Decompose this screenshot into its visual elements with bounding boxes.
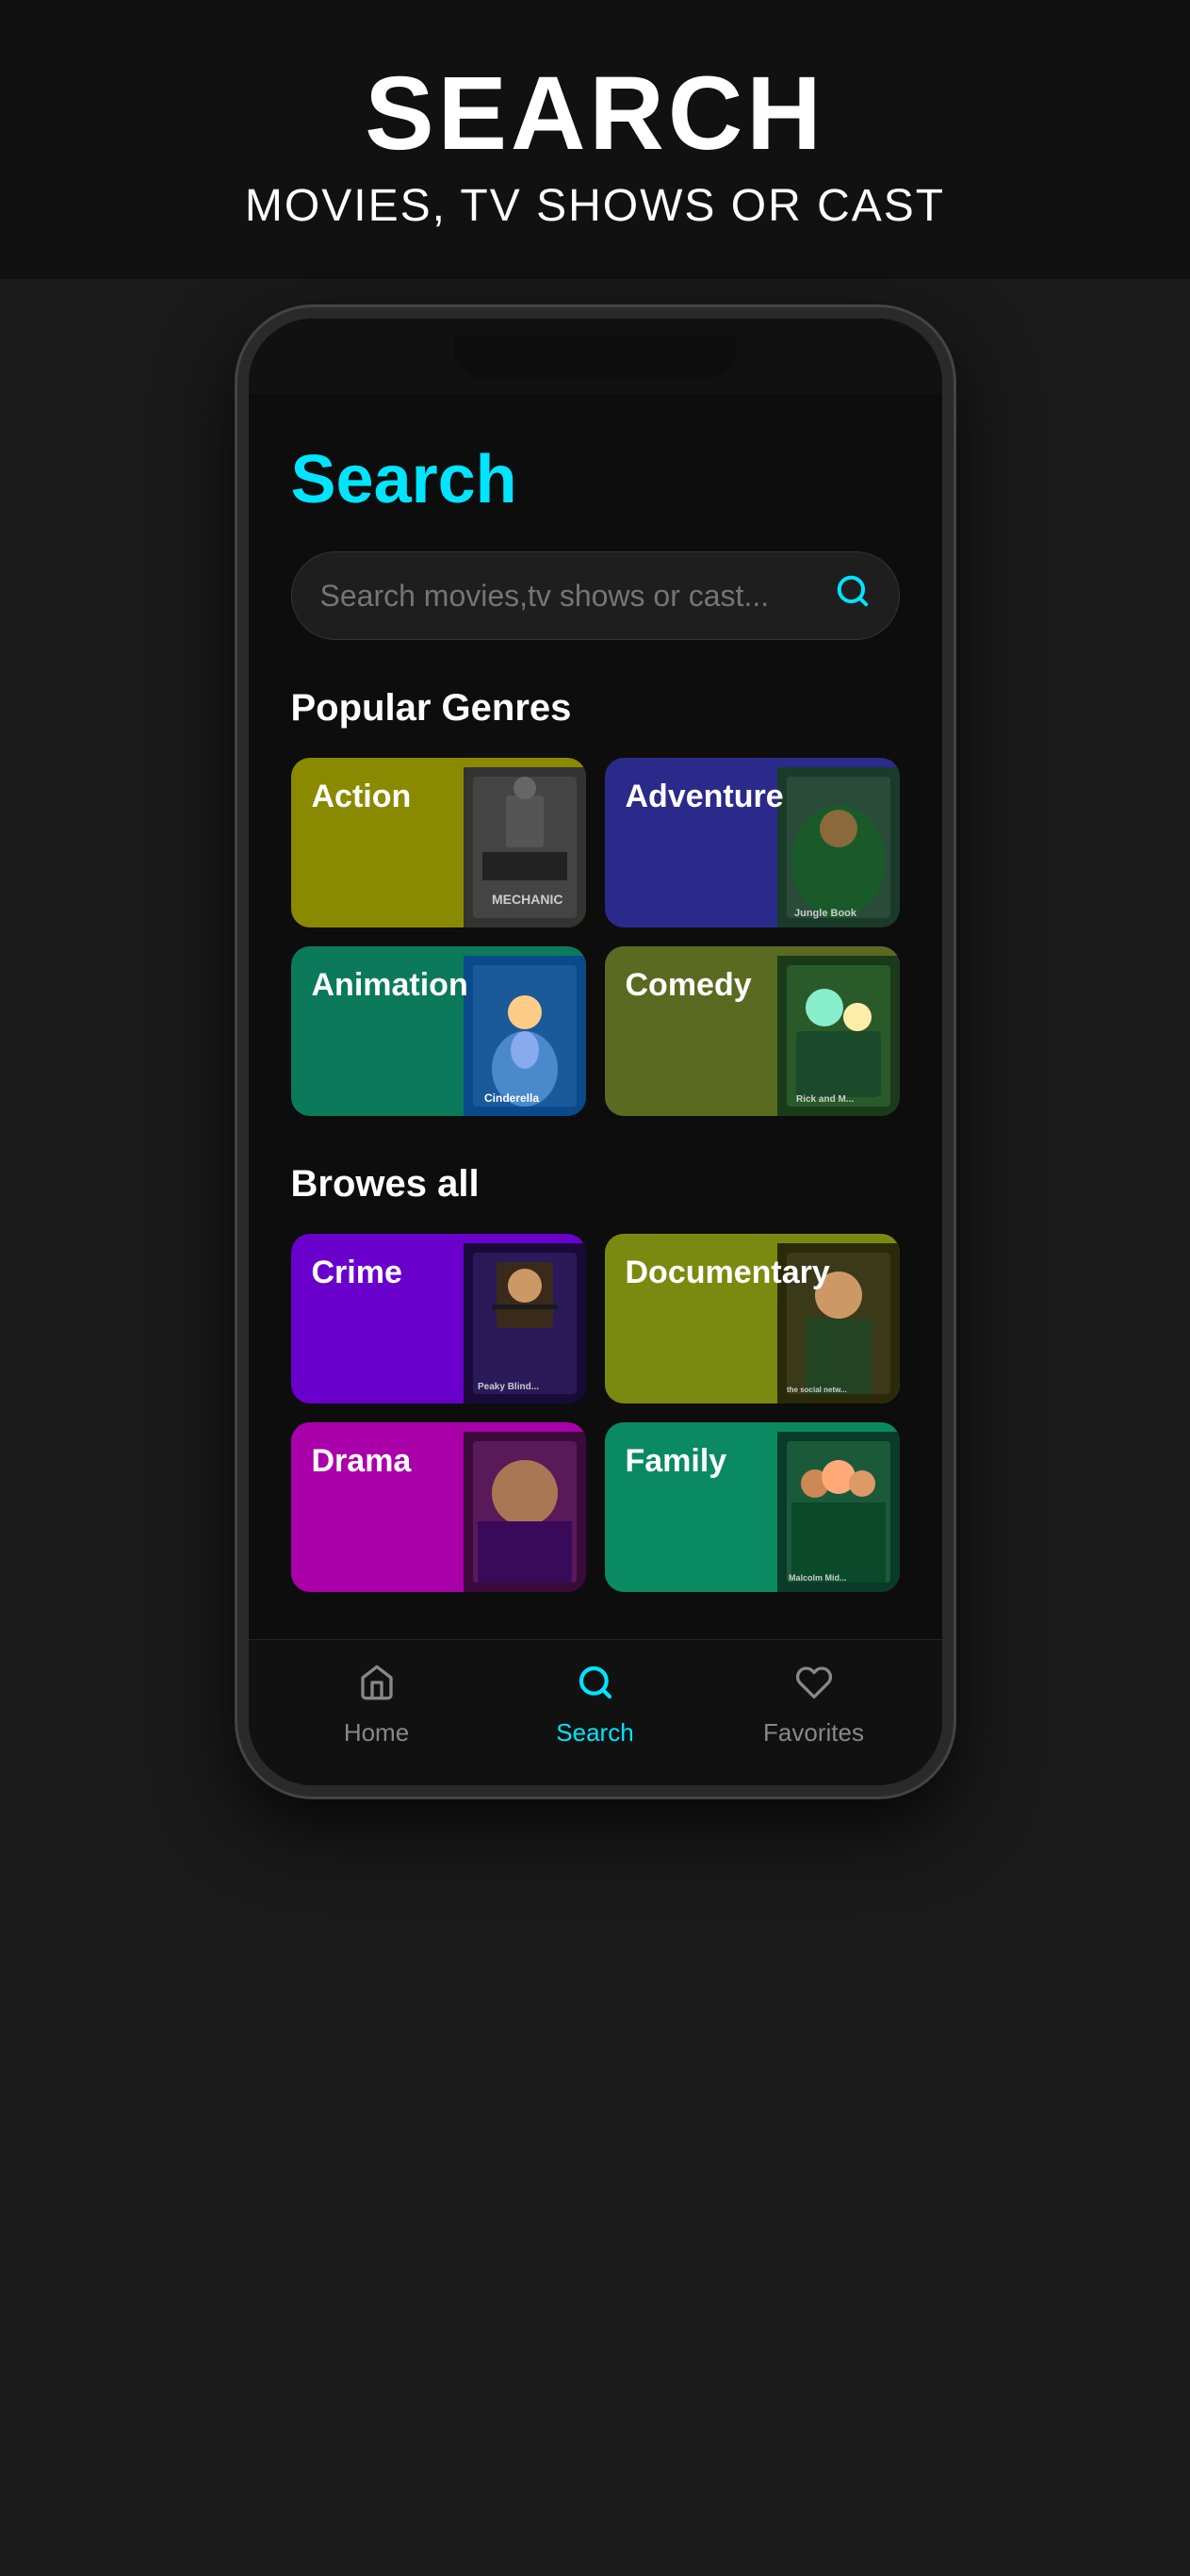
genre-label-animation: Animation <box>312 967 468 1004</box>
svg-text:Rick and M...: Rick and M... <box>796 1094 854 1105</box>
svg-text:Cinderella: Cinderella <box>484 1091 539 1105</box>
popular-genres-title: Popular Genres <box>291 687 900 730</box>
genre-card-comedy[interactable]: Comedy Rick and M... <box>605 946 900 1116</box>
search-bar[interactable] <box>291 551 900 640</box>
nav-label-search: Search <box>556 1718 633 1747</box>
genre-label-documentary: Documentary <box>626 1255 830 1291</box>
bottom-nav: Home Search Favorites <box>249 1639 942 1785</box>
phone-frame: Search Popular Genres Action <box>237 307 954 1797</box>
genre-card-family[interactable]: Family Malcolm Mid... <box>605 1422 900 1592</box>
genre-card-animation[interactable]: Animation Cinderella <box>291 946 586 1116</box>
banner-subtitle: MOVIES, TV SHOWS OR CAST <box>245 180 945 232</box>
genre-card-drama[interactable]: Drama <box>291 1422 586 1592</box>
phone-screen: Search Popular Genres Action <box>249 394 942 1785</box>
vol-down-button <box>237 677 240 771</box>
svg-text:Peaky Blind...: Peaky Blind... <box>478 1382 539 1392</box>
svg-text:Jungle Book: Jungle Book <box>794 908 857 919</box>
nav-item-search[interactable]: Search <box>530 1664 661 1747</box>
genre-card-adventure[interactable]: Adventure Jungle Book <box>605 758 900 927</box>
nav-label-favorites: Favorites <box>763 1718 864 1747</box>
svg-text:Malcolm Mid...: Malcolm Mid... <box>789 1573 847 1583</box>
notch <box>454 336 737 378</box>
genre-label-family: Family <box>626 1443 727 1480</box>
nav-item-home[interactable]: Home <box>311 1664 443 1747</box>
browse-all-grid: Crime Peaky Blind... <box>291 1234 900 1592</box>
favorites-icon <box>795 1664 833 1711</box>
genre-label-drama: Drama <box>312 1443 412 1480</box>
genre-card-documentary[interactable]: Documentary the social netw... <box>605 1234 900 1403</box>
browse-all-title: Browes all <box>291 1163 900 1206</box>
genre-label-comedy: Comedy <box>626 967 752 1004</box>
genre-label-crime: Crime <box>312 1255 402 1291</box>
nav-label-home: Home <box>344 1718 409 1747</box>
genre-label-adventure: Adventure <box>626 779 784 815</box>
mute-button <box>237 469 240 526</box>
search-nav-icon <box>577 1664 614 1711</box>
genre-card-action[interactable]: Action MECHANIC <box>291 758 586 927</box>
svg-text:the social netw...: the social netw... <box>787 1386 847 1394</box>
notch-area <box>249 319 942 394</box>
power-button <box>951 507 954 582</box>
genre-card-crime[interactable]: Crime Peaky Blind... <box>291 1234 586 1403</box>
popular-genres-grid: Action MECHANIC <box>291 758 900 1116</box>
search-page-title: Search <box>291 441 900 518</box>
nav-item-favorites[interactable]: Favorites <box>748 1664 880 1747</box>
vol-up-button <box>237 554 240 648</box>
search-icon[interactable] <box>835 573 871 618</box>
home-icon <box>358 1664 396 1711</box>
screen-content: Search Popular Genres Action <box>249 394 942 1592</box>
top-banner: SEARCH MOVIES, TV SHOWS OR CAST <box>0 0 1190 279</box>
volume-button <box>951 611 954 686</box>
svg-text:MECHANIC: MECHANIC <box>492 892 562 907</box>
genre-label-action: Action <box>312 779 412 815</box>
banner-title: SEARCH <box>365 57 825 171</box>
search-input[interactable] <box>320 579 835 614</box>
